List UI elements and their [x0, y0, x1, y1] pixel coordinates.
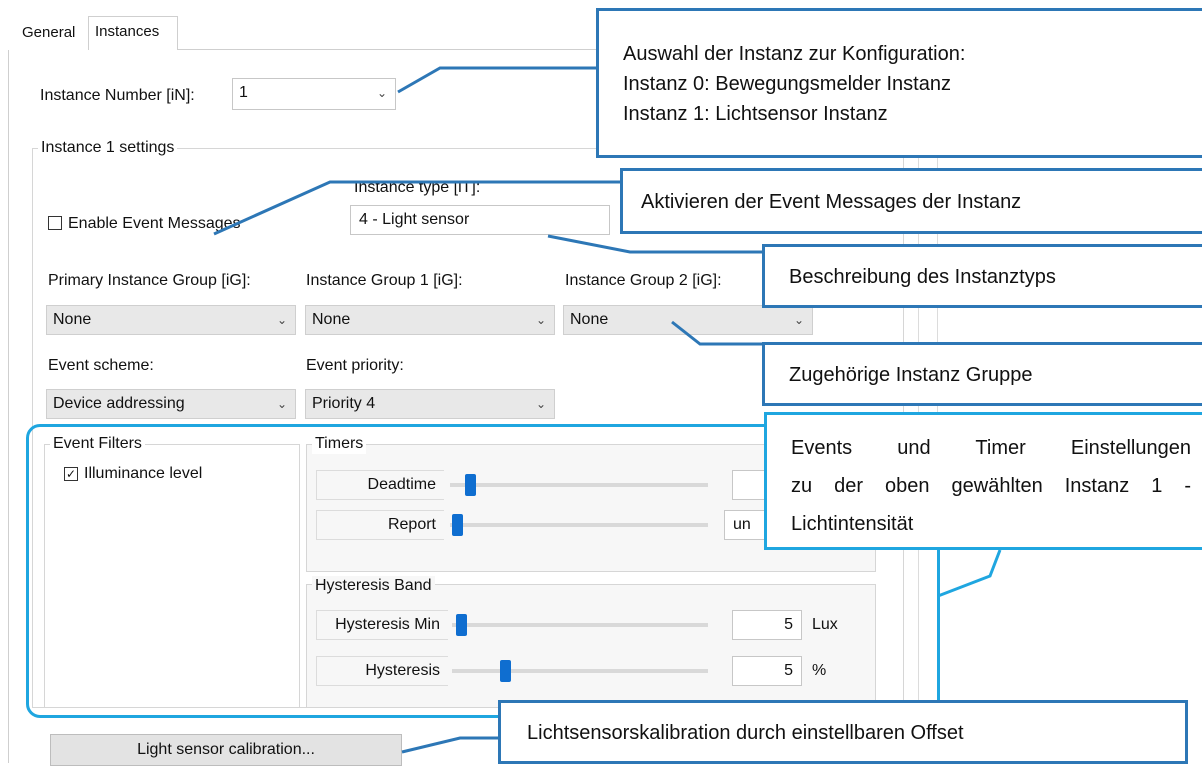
callout-instance-line-3: Instanz 1: Lichtsensor Instanz	[623, 103, 888, 125]
callout-event-messages-text: Aktivieren der Event Messages der Instan…	[641, 191, 1022, 213]
callout-events-timers: Events und Timer Einstellungen zu der ob…	[764, 412, 1202, 550]
callout-calibration: Lichtsensorskalibration durch einstellba…	[498, 700, 1188, 764]
callout-events-line-1: Events und Timer Einstellungen	[791, 437, 1191, 459]
callout-event-messages: Aktivieren der Event Messages der Instan…	[620, 168, 1202, 234]
callout-calibration-text: Lichtsensorskalibration durch einstellba…	[527, 722, 964, 744]
callout-events-line-2: zu der oben gewählten Instanz 1 -	[791, 475, 1191, 497]
callout-instance-line-2: Instanz 0: Bewegungsmelder Instanz	[623, 73, 951, 95]
callout-instance-group-text: Zugehörige Instanz Gruppe	[789, 364, 1033, 386]
callout-instance-selection: Auswahl der Instanz zur Konfiguration: I…	[596, 8, 1202, 158]
callout-instance-group: Zugehörige Instanz Gruppe	[762, 342, 1202, 406]
callout-instance-type-text: Beschreibung des Instanztyps	[789, 266, 1056, 288]
callout-instance-type: Beschreibung des Instanztyps	[762, 244, 1202, 308]
callout-events-line-3: Lichtintensität	[791, 513, 914, 535]
callout-instance-line-1: Auswahl der Instanz zur Konfiguration:	[623, 43, 966, 65]
